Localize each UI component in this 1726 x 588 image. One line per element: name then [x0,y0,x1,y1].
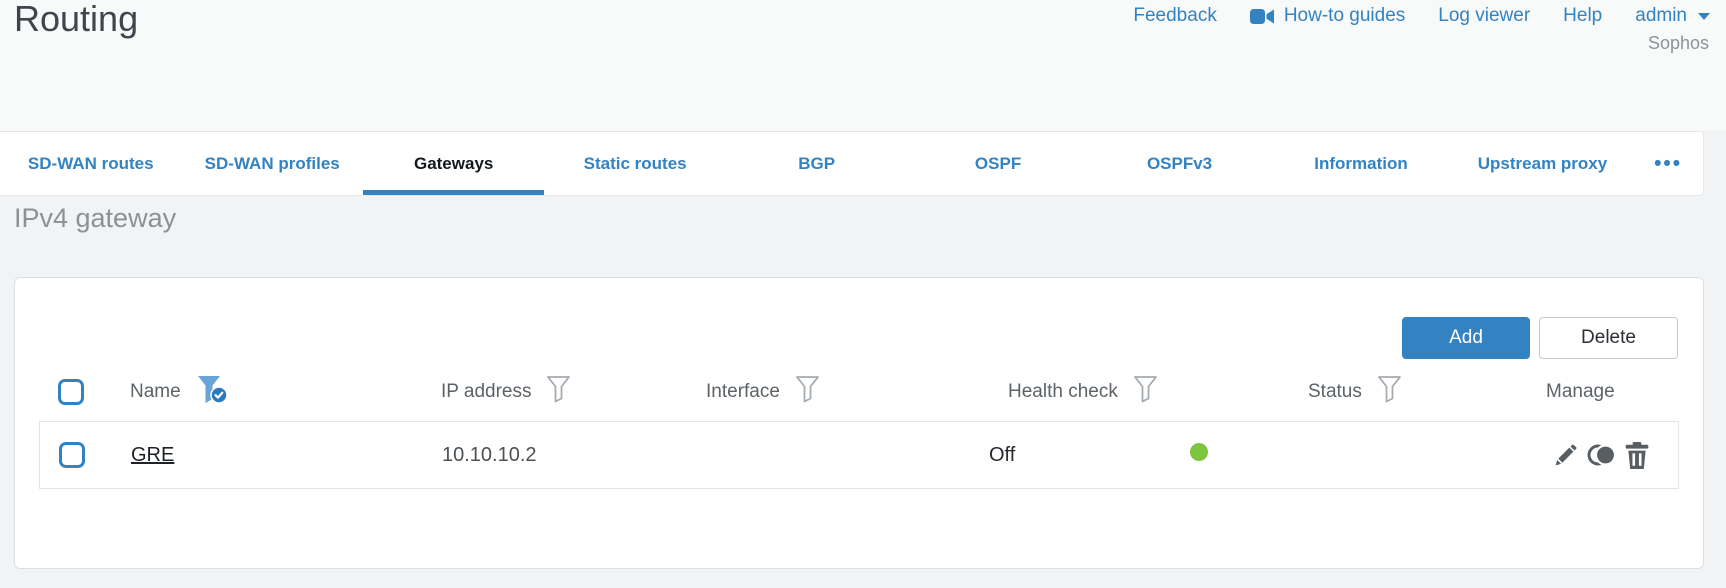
howto-guides-label: How-to guides [1283,5,1406,26]
header-nav: Feedback How-to guides Log viewer Help a… [1133,5,1710,27]
filter-icon[interactable] [546,375,571,409]
user-menu-label: admin [1635,5,1687,26]
add-button[interactable]: Add [1402,317,1530,359]
page-header: Routing Feedback How-to guides Log viewe… [0,0,1726,131]
brand-label: Sophos [1647,33,1709,53]
column-header-interface: Interface [706,381,780,402]
column-header-health-check: Health check [1008,381,1118,402]
video-camera-icon [1249,8,1275,25]
user-menu[interactable]: admin [1635,5,1710,27]
tab-ospfv3[interactable]: OSPFv3 [1089,132,1270,195]
column-header-name: Name [130,381,181,402]
tab-gateways[interactable]: Gateways [362,132,545,195]
log-viewer-label: Log viewer [1438,5,1531,26]
manage-cell [1547,441,1680,469]
delete-button[interactable]: Delete [1539,317,1678,359]
table-row: GRE 10.10.10.2 Off [39,421,1679,489]
edit-icon[interactable] [1552,442,1579,469]
caret-down-icon [1698,12,1710,20]
howto-guides-link[interactable]: How-to guides [1249,5,1406,27]
delete-icon[interactable] [1625,441,1649,469]
tab-overflow-menu[interactable]: ••• [1633,132,1703,195]
select-all-checkbox[interactable] [58,379,84,405]
filter-icon[interactable] [1377,375,1402,409]
column-header-ip-address: IP address [441,381,532,402]
row-checkbox[interactable] [59,442,85,468]
filter-icon[interactable] [795,375,820,409]
table-header-row: Name IP address Interface Health check S… [39,363,1679,421]
tab-bgp[interactable]: BGP [726,132,907,195]
filter-icon[interactable] [1133,375,1158,409]
page-title: Routing [14,0,139,39]
gateway-panel: Add Delete Name IP address Interface Hea… [14,277,1704,569]
gateway-health-check: Off [989,443,1016,466]
help-label: Help [1563,5,1603,26]
clone-icon[interactable] [1587,443,1617,467]
tab-upstream-proxy[interactable]: Upstream proxy [1452,132,1633,195]
gateway-ip-address: 10.10.10.2 [442,443,537,466]
column-header-status: Status [1308,381,1362,402]
feedback-link[interactable]: Feedback [1133,5,1216,27]
column-header-manage: Manage [1546,381,1615,402]
section-heading: IPv4 gateway [14,203,177,233]
tab-sdwan-routes[interactable]: SD-WAN routes [0,132,181,195]
tab-bar: SD-WAN routes SD-WAN profiles Gateways S… [0,131,1704,196]
status-up-indicator [1190,443,1208,461]
tab-sdwan-profiles[interactable]: SD-WAN profiles [181,132,362,195]
gateway-name-link[interactable]: GRE [131,444,174,466]
log-viewer-link[interactable]: Log viewer [1438,5,1530,27]
feedback-link-label: Feedback [1133,5,1217,26]
filter-active-icon[interactable] [196,374,230,410]
help-link[interactable]: Help [1563,5,1602,27]
tab-information[interactable]: Information [1270,132,1451,195]
tab-ospf[interactable]: OSPF [907,132,1088,195]
tab-static-routes[interactable]: Static routes [544,132,725,195]
